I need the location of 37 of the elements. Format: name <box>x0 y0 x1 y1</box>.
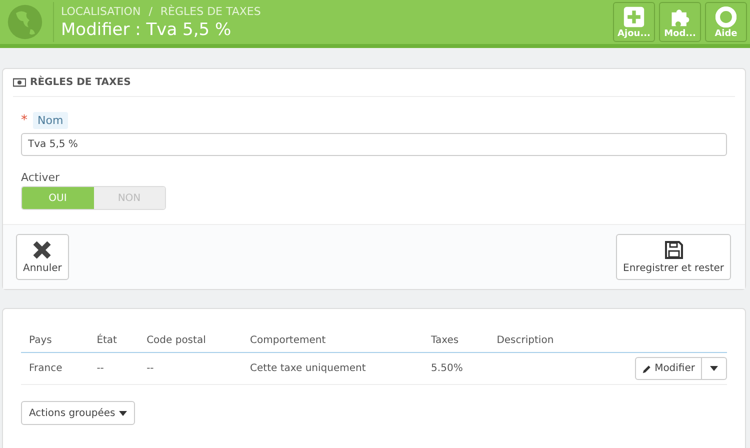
page-title: Modifier : Tva 5,5 % <box>61 20 232 40</box>
column-header: Code postal <box>146 335 206 346</box>
column-header: Taxes <box>431 335 459 346</box>
close-icon <box>32 240 52 260</box>
toolbar-button[interactable]: Mod... <box>659 2 701 42</box>
table-cell: France <box>29 363 62 374</box>
cancel-button[interactable]: Annuler <box>16 234 69 280</box>
name-input[interactable]: Tva 5,5 % <box>21 133 727 156</box>
toggle-option[interactable]: OUI <box>22 187 94 209</box>
pencil-icon <box>642 364 652 374</box>
panel-heading: RÈGLES DE TAXES <box>30 77 131 88</box>
table-cell: Cette taxe uniquement <box>250 363 366 374</box>
breadcrumb-link[interactable]: LOCALISATION <box>61 4 141 18</box>
dropdown-button[interactable] <box>702 357 727 380</box>
lifebuoy-icon <box>715 6 737 28</box>
column-header: Pays <box>29 335 52 346</box>
bulk-actions-button[interactable]: Actions groupées <box>21 401 136 425</box>
toolbar-button[interactable]: Aide <box>705 2 747 42</box>
save-button[interactable]: Enregistrer et rester <box>616 234 731 280</box>
breadcrumb-separator: / <box>148 4 152 18</box>
toolbar-button[interactable]: Ajou... <box>613 2 655 42</box>
plus-icon <box>623 6 645 28</box>
column-header: Comportement <box>250 335 326 346</box>
breadcrumb-link[interactable]: RÈGLES DE TAXES <box>160 4 261 18</box>
required-mark: * <box>21 113 28 128</box>
field-label: Activer <box>21 171 61 184</box>
table-cell: 5.50% <box>431 363 463 374</box>
banknote-icon <box>13 78 26 87</box>
caret-icon <box>710 366 718 371</box>
table-cell: -- <box>146 363 154 374</box>
globe-icon <box>7 4 43 40</box>
edit-button[interactable]: Modifier <box>634 357 702 380</box>
column-header: Description <box>496 335 554 346</box>
field-label: Nom <box>32 112 68 129</box>
caret-icon <box>119 410 128 416</box>
column-header: État <box>96 335 117 346</box>
table-cell: -- <box>96 363 104 374</box>
